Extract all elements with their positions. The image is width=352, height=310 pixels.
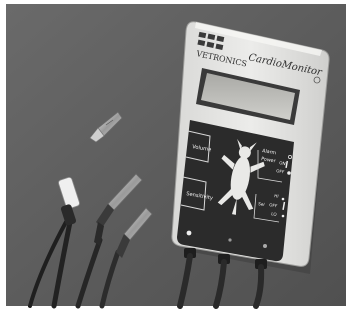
indicator-dot: [186, 230, 192, 236]
product-photo: VETRONICS CardioMonitor Volume Sensitivi…: [0, 0, 352, 310]
range-hi-label: HI: [274, 193, 279, 199]
cardio-monitor-device: VETRONICS CardioMonitor Volume Sensitivi…: [171, 21, 330, 269]
power-led: [287, 171, 291, 175]
